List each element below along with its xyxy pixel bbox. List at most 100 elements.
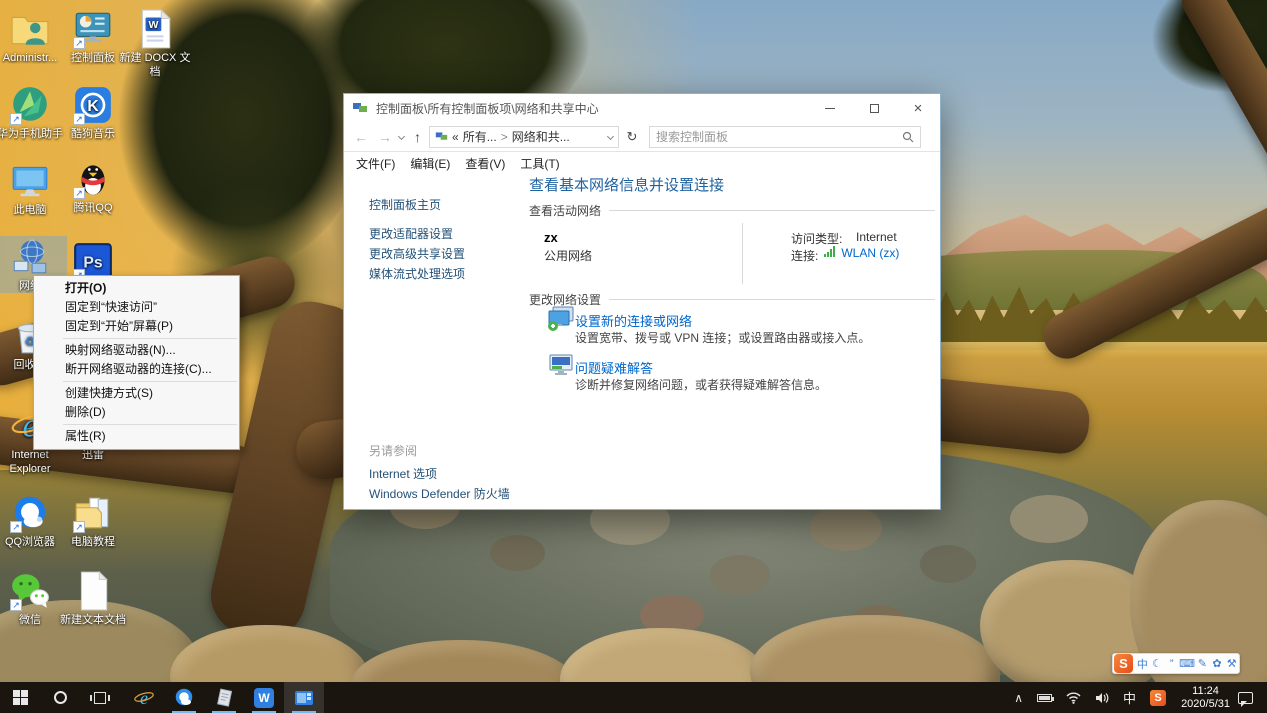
refresh-button[interactable]: ↻	[619, 129, 645, 145]
menu-bar: 文件(F) 编辑(E) 查看(V) 工具(T)	[344, 152, 940, 174]
search-box[interactable]: 搜索控制面板	[649, 126, 921, 148]
context-menu-separator	[63, 424, 237, 425]
context-menu-item-disconnect-drive[interactable]: 断开网络驱动器的连接(C)...	[34, 360, 239, 379]
toolbox-icon[interactable]: ⚒	[1224, 657, 1239, 670]
wallpaper-pebble	[810, 505, 882, 551]
clock-time: 11:24	[1181, 685, 1230, 698]
access-type-value: Internet	[856, 230, 897, 244]
shortcut-arrow-icon: ↗	[10, 521, 22, 533]
context-menu-item-pin-start[interactable]: 固定到“开始”屏幕(P)	[34, 317, 239, 336]
close-button[interactable]: ×	[896, 94, 940, 122]
network-globe-icon	[9, 236, 51, 278]
menu-tools[interactable]: 工具(T)	[520, 155, 559, 172]
skin-icon[interactable]: ✿	[1210, 657, 1225, 670]
task-view-button[interactable]	[80, 682, 120, 713]
shortcut-arrow-icon: ↗	[73, 113, 85, 125]
notepad-icon	[213, 687, 235, 709]
sidebar-item-change-sharing-settings[interactable]: 更改高级共享设置	[369, 245, 465, 262]
section-change-network-settings: 更改网络设置	[529, 291, 935, 308]
setup-new-connection-link[interactable]: 设置新的连接或网络	[575, 311, 692, 330]
minimize-button[interactable]	[808, 94, 852, 122]
taskbar-app-notepad[interactable]	[204, 682, 244, 713]
context-menu-item-open[interactable]: 打开(O)	[34, 279, 239, 298]
address-network-icon	[435, 130, 448, 143]
wlan-link-text: WLAN (zx)	[841, 246, 899, 260]
address-bar[interactable]: « 所有... > 网络和共...	[429, 126, 619, 148]
desktop-icon-tencent-qq[interactable]: ↗ 腾讯QQ	[56, 158, 130, 215]
sidebar-item-windows-defender-firewall[interactable]: Windows Defender 防火墙	[369, 485, 510, 502]
tray-chevron-up-icon[interactable]: ∧	[1007, 691, 1030, 705]
taskbar-app-control-panel[interactable]	[284, 682, 324, 713]
ime-mode-indicator[interactable]: 中	[1116, 688, 1143, 707]
context-menu-item-map-drive[interactable]: 映射网络驱动器(N)...	[34, 341, 239, 360]
desktop-icon-new-text-doc[interactable]: 新建文本文档	[56, 570, 130, 627]
volume-icon[interactable]	[1088, 692, 1116, 704]
setup-new-connection-icon	[547, 306, 577, 332]
moon-icon[interactable]: ☾	[1150, 657, 1165, 670]
active-network-profile: 公用网络	[544, 247, 592, 264]
window-title: 控制面板\所有控制面板项\网络和共享中心	[376, 100, 599, 117]
sidebar-item-media-streaming-options[interactable]: 媒体流式处理选项	[369, 265, 465, 282]
desktop-icon-label: 酷狗音乐	[56, 127, 130, 141]
ime-mode-chinese[interactable]: 中	[1135, 656, 1150, 672]
title-bar[interactable]: 控制面板\所有控制面板项\网络和共享中心 ×	[344, 94, 940, 122]
sidebar-item-control-panel-home[interactable]: 控制面板主页	[369, 196, 441, 213]
menu-edit[interactable]: 编辑(E)	[410, 155, 450, 172]
shortcut-arrow-icon: ↗	[10, 113, 22, 125]
desktop-icon-label: 电脑教程	[56, 535, 130, 549]
breadcrumb-network-sharing[interactable]: 网络和共...	[512, 128, 570, 145]
search-placeholder: 搜索控制面板	[656, 128, 902, 145]
menu-file[interactable]: 文件(F)	[356, 155, 395, 172]
svg-text:W: W	[148, 19, 158, 31]
menu-view[interactable]: 查看(V)	[465, 155, 505, 172]
action-center-icon[interactable]	[1238, 692, 1253, 704]
desktop-icon-computer-tutorial[interactable]: ↗ 电脑教程	[56, 492, 130, 549]
address-dropdown-icon[interactable]	[607, 133, 614, 140]
huawei-assistant-icon: ↗	[9, 84, 51, 126]
back-button[interactable]: ←	[354, 129, 368, 145]
main-pane: 查看基本网络信息并设置连接 查看活动网络 zx 公用网络 访问类型: Inter…	[529, 174, 935, 509]
sidebar-item-internet-options[interactable]: Internet 选项	[369, 465, 437, 482]
up-button[interactable]: ↑	[414, 129, 421, 145]
breadcrumb-all-items[interactable]: 所有...	[463, 128, 497, 145]
section-rule	[609, 210, 935, 211]
taskbar-clock[interactable]: 11:24 2020/5/31	[1173, 685, 1238, 711]
handwriting-icon[interactable]: ✎	[1195, 657, 1210, 670]
taskbar-app-internet-explorer[interactable]: e	[124, 682, 164, 713]
sogou-logo-icon[interactable]: S	[1114, 654, 1133, 673]
sidebar-item-change-adapter-settings[interactable]: 更改适配器设置	[369, 225, 453, 242]
recent-pages-dropdown-icon[interactable]	[398, 133, 405, 140]
taskbar-app-qq-browser[interactable]	[164, 682, 204, 713]
forward-button[interactable]: →	[378, 129, 392, 145]
battery-icon[interactable]	[1030, 694, 1059, 702]
sogou-tray-icon[interactable]: S	[1143, 690, 1173, 706]
context-menu: 打开(O) 固定到“快速访问” 固定到“开始”屏幕(P) 映射网络驱动器(N).…	[33, 275, 240, 450]
wallpaper-pebble	[490, 535, 545, 571]
desktop-icon-label: 迅雷	[56, 448, 130, 462]
folder-documents-icon: ↗	[72, 492, 114, 534]
search-icon	[902, 131, 914, 143]
connections-label: 连接:	[791, 247, 818, 264]
context-menu-item-pin-quick-access[interactable]: 固定到“快速访问”	[34, 298, 239, 317]
network-divider	[742, 223, 743, 284]
context-menu-item-properties[interactable]: 属性(R)	[34, 427, 239, 446]
maximize-button[interactable]	[852, 94, 896, 122]
desktop-icon-kugou-music[interactable]: K ↗ 酷狗音乐	[56, 84, 130, 141]
start-button[interactable]	[0, 682, 40, 713]
active-network-name: zx	[544, 230, 558, 245]
troubleshoot-link[interactable]: 问题疑难解答	[575, 358, 653, 377]
wifi-icon[interactable]	[1059, 692, 1088, 704]
taskbar-app-wps[interactable]: W	[244, 682, 284, 713]
wps-icon: W	[254, 688, 274, 708]
wallpaper-pebble	[1010, 495, 1088, 543]
qq-browser-icon	[173, 687, 195, 709]
wlan-connection-link[interactable]: WLAN (zx)	[824, 246, 899, 260]
window-network-icon	[352, 100, 368, 116]
cortana-search-button[interactable]	[40, 682, 80, 713]
context-menu-item-delete[interactable]: 删除(D)	[34, 403, 239, 422]
setup-new-connection-desc: 设置宽带、拨号或 VPN 连接；或设置路由器或接入点。	[575, 329, 870, 346]
desktop-icon-new-docx[interactable]: W 新建 DOCX 文档	[118, 8, 192, 79]
keyboard-icon[interactable]: ⌨	[1179, 657, 1195, 670]
punctuation-icon[interactable]: ”	[1164, 658, 1179, 670]
context-menu-item-create-shortcut[interactable]: 创建快捷方式(S)	[34, 384, 239, 403]
